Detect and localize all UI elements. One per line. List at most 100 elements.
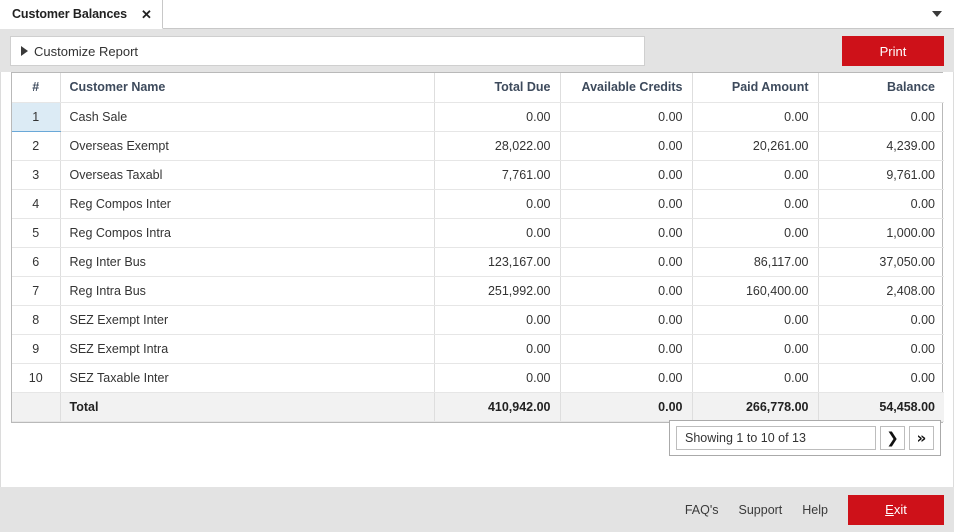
pagination-status: Showing 1 to 10 of 13 xyxy=(676,426,876,450)
chevron-double-right-icon[interactable]: » xyxy=(909,426,934,450)
chevron-down-icon[interactable] xyxy=(928,6,946,22)
row-index-cell: 9 xyxy=(12,334,61,364)
row-customer-name-cell: Cash Sale xyxy=(60,102,435,132)
report-toolbar: Customize Report Print xyxy=(0,29,954,72)
row-paid-cell: 0.00 xyxy=(692,334,819,364)
report-content: # Customer Name Total Due Available Cred… xyxy=(0,72,954,487)
chevron-right-icon[interactable]: ❯ xyxy=(880,426,905,450)
customer-balances-table: # Customer Name Total Due Available Cred… xyxy=(11,72,944,423)
row-credits-cell: 0.00 xyxy=(560,363,693,393)
footer-link-support[interactable]: Support xyxy=(739,503,783,517)
total-row-paid: 266,778.00 xyxy=(692,391,819,422)
row-balance-cell: 0.00 xyxy=(818,102,944,132)
total-row-label: Total xyxy=(60,391,435,422)
column-header-total-due[interactable]: Total Due xyxy=(434,73,561,103)
exit-button[interactable]: Exit xyxy=(848,494,944,525)
caret-down-shape xyxy=(932,11,942,17)
row-balance-cell: 0.00 xyxy=(818,334,944,364)
table-row[interactable]: 5 Reg Compos Intra 0.00 0.00 0.00 1,000.00 xyxy=(12,218,944,248)
report-window: Customer Balances ✕ Customize Report Pri… xyxy=(0,0,954,532)
row-customer-name-cell: Reg Compos Intra xyxy=(60,218,435,248)
row-total-due-cell: 0.00 xyxy=(434,218,561,248)
row-paid-cell: 160,400.00 xyxy=(692,276,819,306)
row-total-due-cell: 7,761.00 xyxy=(434,160,561,190)
row-customer-name-cell: Reg Compos Inter xyxy=(60,189,435,219)
row-balance-cell: 9,761.00 xyxy=(818,160,944,190)
row-paid-cell: 0.00 xyxy=(692,363,819,393)
row-credits-cell: 0.00 xyxy=(560,334,693,364)
row-credits-cell: 0.00 xyxy=(560,218,693,248)
total-row-index-cell xyxy=(12,391,61,422)
exit-mnemonic: E xyxy=(885,502,894,517)
customize-report-label: Customize Report xyxy=(34,43,139,59)
row-balance-cell: 2,408.00 xyxy=(818,276,944,306)
table-row[interactable]: 6 Reg Inter Bus 123,167.00 0.00 86,117.00 37,… xyxy=(12,247,944,277)
footer-link-help[interactable]: Help xyxy=(802,503,828,517)
row-customer-name-cell: Overseas Taxabl xyxy=(60,160,435,190)
row-index-cell: 7 xyxy=(12,276,61,306)
row-total-due-cell: 0.00 xyxy=(434,189,561,219)
row-balance-cell: 0.00 xyxy=(818,363,944,393)
table-row[interactable]: 2 Overseas Exempt 28,022.00 0.00 20,261.00 4,… xyxy=(12,131,944,161)
row-customer-name-cell: SEZ Exempt Intra xyxy=(60,334,435,364)
row-customer-name-cell: SEZ Taxable Inter xyxy=(60,363,435,393)
row-paid-cell: 0.00 xyxy=(692,102,819,132)
exit-label-rest: xit xyxy=(893,502,907,517)
total-row-balance: 54,458.00 xyxy=(818,391,944,422)
pagination-bar: Showing 1 to 10 of 13 ❯ » xyxy=(669,420,941,456)
row-balance-cell: 0.00 xyxy=(818,305,944,335)
column-header-customer-name[interactable]: Customer Name xyxy=(60,73,435,103)
row-index-cell: 1 xyxy=(12,102,61,132)
row-index-cell: 10 xyxy=(12,363,61,393)
row-customer-name-cell: Overseas Exempt xyxy=(60,131,435,161)
tab-customer-balances[interactable]: Customer Balances ✕ xyxy=(0,0,163,29)
table-header-row: # Customer Name Total Due Available Cred… xyxy=(12,73,944,103)
column-header-paid-amount[interactable]: Paid Amount xyxy=(692,73,819,103)
row-credits-cell: 0.00 xyxy=(560,102,693,132)
row-index-cell: 2 xyxy=(12,131,61,161)
table-total-row: Total 410,942.00 0.00 266,778.00 54,458.… xyxy=(12,391,944,422)
row-credits-cell: 0.00 xyxy=(560,131,693,161)
customize-report-toggle[interactable]: Customize Report xyxy=(10,36,645,66)
row-index-cell: 4 xyxy=(12,189,61,219)
row-total-due-cell: 123,167.00 xyxy=(434,247,561,277)
row-index-cell: 3 xyxy=(12,160,61,190)
row-paid-cell: 86,117.00 xyxy=(692,247,819,277)
print-button[interactable]: Print xyxy=(842,36,944,66)
row-total-due-cell: 0.00 xyxy=(434,305,561,335)
table-row[interactable]: 9 SEZ Exempt Intra 0.00 0.00 0.00 0.00 xyxy=(12,334,944,364)
row-customer-name-cell: Reg Inter Bus xyxy=(60,247,435,277)
table-row[interactable]: 10 SEZ Taxable Inter 0.00 0.00 0.00 0.00 xyxy=(12,363,944,393)
row-credits-cell: 0.00 xyxy=(560,276,693,306)
table-row[interactable]: 4 Reg Compos Inter 0.00 0.00 0.00 0.00 xyxy=(12,189,944,219)
total-row-credits: 0.00 xyxy=(560,391,693,422)
table-row[interactable]: 8 SEZ Exempt Inter 0.00 0.00 0.00 0.00 xyxy=(12,305,944,335)
row-paid-cell: 0.00 xyxy=(692,305,819,335)
column-header-available-credits[interactable]: Available Credits xyxy=(560,73,693,103)
close-icon[interactable]: ✕ xyxy=(141,8,152,21)
table-row[interactable]: 7 Reg Intra Bus 251,992.00 0.00 160,400.00 2,… xyxy=(12,276,944,306)
row-credits-cell: 0.00 xyxy=(560,247,693,277)
row-total-due-cell: 28,022.00 xyxy=(434,131,561,161)
row-balance-cell: 4,239.00 xyxy=(818,131,944,161)
tab-strip-empty-area xyxy=(141,0,954,28)
column-header-index[interactable]: # xyxy=(12,73,61,103)
row-paid-cell: 20,261.00 xyxy=(692,131,819,161)
row-paid-cell: 0.00 xyxy=(692,160,819,190)
row-customer-name-cell: SEZ Exempt Inter xyxy=(60,305,435,335)
table-row[interactable]: 1 Cash Sale 0.00 0.00 0.00 0.00 xyxy=(12,102,944,132)
row-balance-cell: 0.00 xyxy=(818,189,944,219)
row-index-cell: 5 xyxy=(12,218,61,248)
row-index-cell: 6 xyxy=(12,247,61,277)
row-total-due-cell: 0.00 xyxy=(434,334,561,364)
total-row-total-due: 410,942.00 xyxy=(434,391,561,422)
row-credits-cell: 0.00 xyxy=(560,189,693,219)
column-header-balance[interactable]: Balance xyxy=(818,73,944,103)
row-paid-cell: 0.00 xyxy=(692,218,819,248)
footer-link-faqs[interactable]: FAQ's xyxy=(685,503,719,517)
row-total-due-cell: 0.00 xyxy=(434,363,561,393)
row-credits-cell: 0.00 xyxy=(560,305,693,335)
table-row[interactable]: 3 Overseas Taxabl 7,761.00 0.00 0.00 9,761.00 xyxy=(12,160,944,190)
row-credits-cell: 0.00 xyxy=(560,160,693,190)
tab-strip: Customer Balances ✕ xyxy=(0,0,954,29)
